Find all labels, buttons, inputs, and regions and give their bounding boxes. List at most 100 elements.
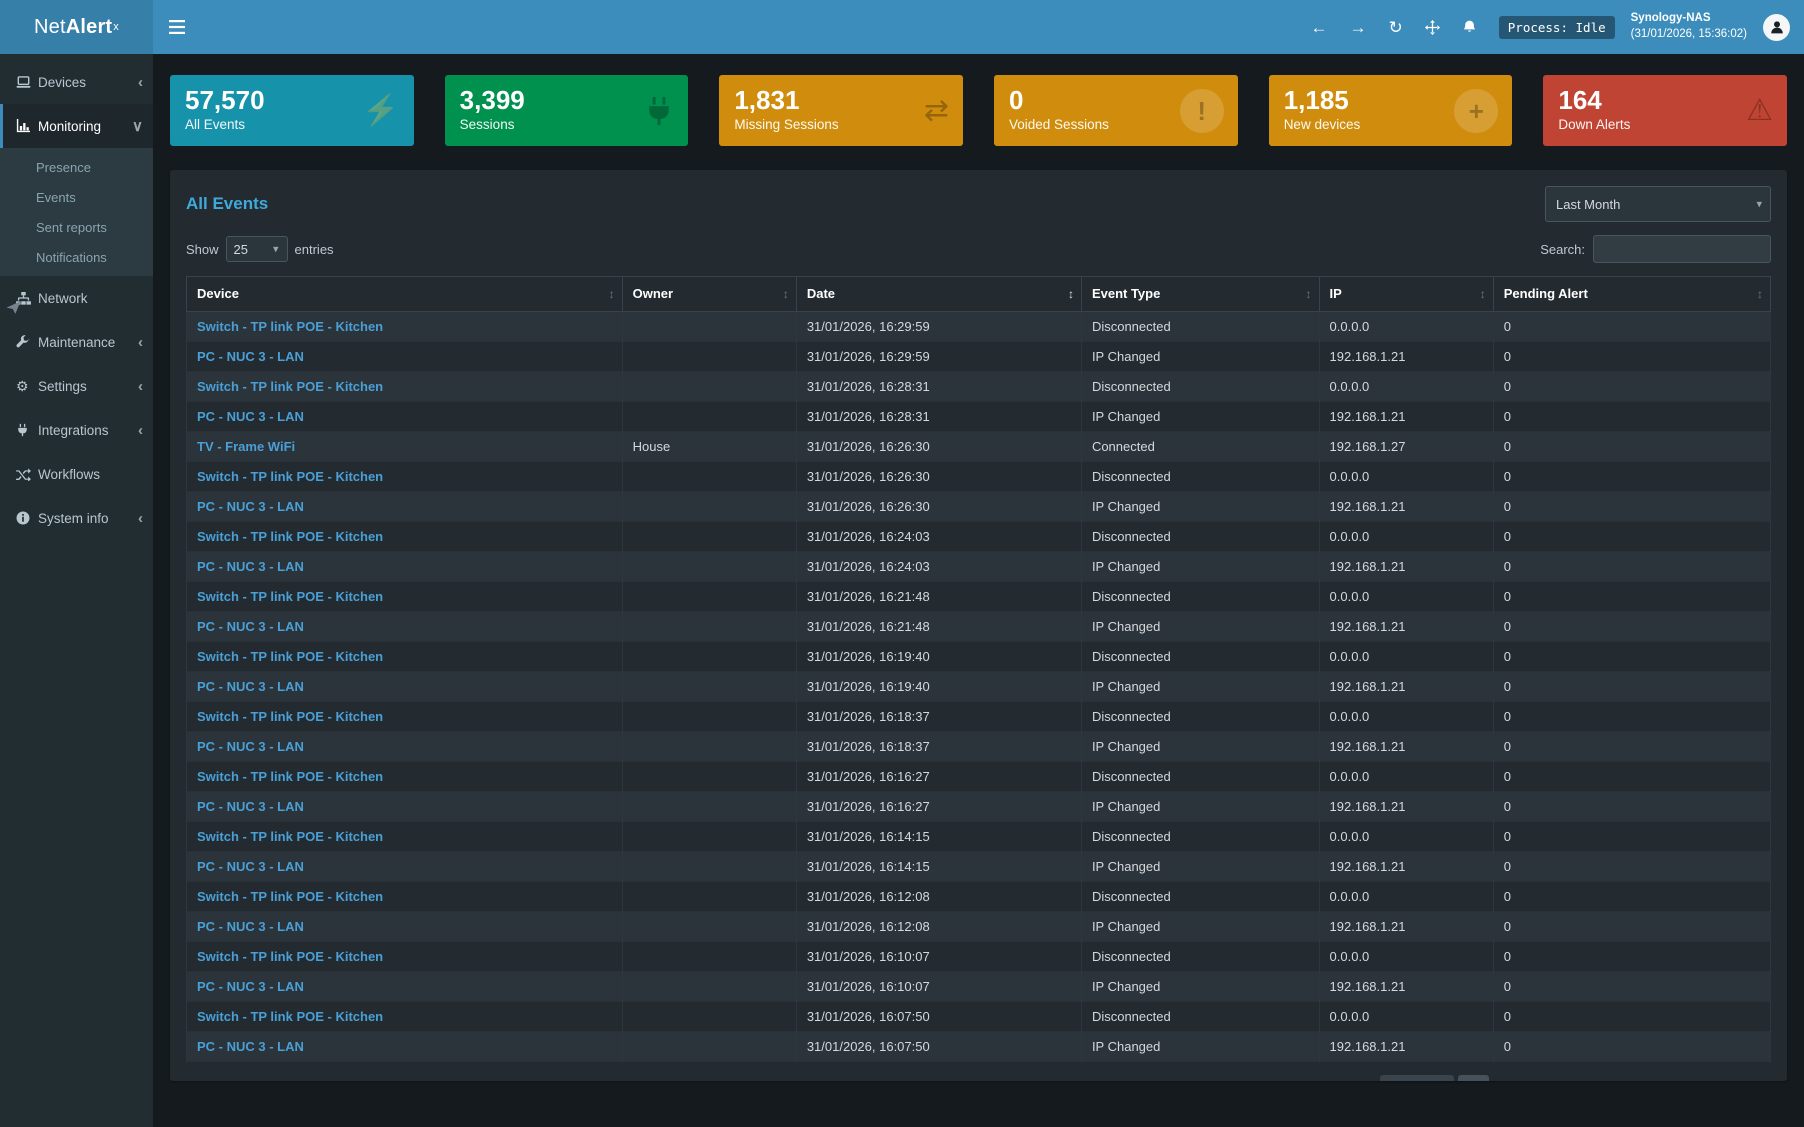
stat-card-voided-sessions[interactable]: 0 Voided Sessions ! bbox=[994, 75, 1238, 146]
device-link[interactable]: PC - NUC 3 - LAN bbox=[197, 409, 304, 424]
forward-arrow-icon[interactable]: → bbox=[1350, 19, 1367, 36]
cell-event-type: IP Changed bbox=[1081, 972, 1319, 1002]
cell-ip: 192.168.1.21 bbox=[1319, 672, 1493, 702]
device-link[interactable]: TV - Frame WiFi bbox=[197, 439, 295, 454]
device-link[interactable]: PC - NUC 3 - LAN bbox=[197, 679, 304, 694]
brand-bold: Alert bbox=[66, 16, 113, 39]
device-link[interactable]: Switch - TP link POE - Kitchen bbox=[197, 649, 383, 664]
device-link[interactable]: Switch - TP link POE - Kitchen bbox=[197, 529, 383, 544]
app-logo[interactable]: NetAlertx bbox=[0, 0, 153, 54]
device-link[interactable]: Switch - TP link POE - Kitchen bbox=[197, 589, 383, 604]
cell-date: 31/01/2026, 16:14:15 bbox=[796, 852, 1081, 882]
cell-owner bbox=[622, 582, 796, 612]
submenu-item-sent-reports[interactable]: Sent reports bbox=[0, 212, 153, 242]
device-link[interactable]: PC - NUC 3 - LAN bbox=[197, 349, 304, 364]
table-row: PC - NUC 3 - LAN 31/01/2026, 16:14:15IP C… bbox=[187, 852, 1771, 882]
cell-event-type: Disconnected bbox=[1081, 312, 1319, 342]
device-link[interactable]: PC - NUC 3 - LAN bbox=[197, 979, 304, 994]
sidebar-item-workflows[interactable]: Workflows bbox=[0, 452, 153, 496]
stat-card-new-devices[interactable]: 1,185 New devices + bbox=[1269, 75, 1513, 146]
sidebar-item-integrations[interactable]: Integrations ‹ bbox=[0, 408, 153, 452]
sidebar-item-label: Workflows bbox=[38, 467, 143, 482]
period-select[interactable]: Last Month bbox=[1545, 186, 1771, 222]
column-header-pending-alert[interactable]: Pending Alert↕ bbox=[1493, 277, 1770, 312]
column-header-date[interactable]: Date↕ bbox=[796, 277, 1081, 312]
page-length-select[interactable]: 25 bbox=[226, 236, 288, 262]
device-link[interactable]: Switch - TP link POE - Kitchen bbox=[197, 889, 383, 904]
cell-event-type: IP Changed bbox=[1081, 852, 1319, 882]
sidebar: Devices ‹ Monitoring ∨ Presence Events S… bbox=[0, 54, 153, 1127]
sidebar-item-devices[interactable]: Devices ‹ bbox=[0, 60, 153, 104]
device-link[interactable]: PC - NUC 3 - LAN bbox=[197, 919, 304, 934]
sidebar-item-maintenance[interactable]: Maintenance ‹ bbox=[0, 320, 153, 364]
bell-icon[interactable] bbox=[1462, 19, 1477, 35]
device-link[interactable]: Switch - TP link POE - Kitchen bbox=[197, 769, 383, 784]
column-header-device[interactable]: Device↕ bbox=[187, 277, 623, 312]
pagination-page-4[interactable]: 4 bbox=[1564, 1075, 1595, 1081]
cell-pending-alert: 0 bbox=[1493, 612, 1770, 642]
cell-event-type: Disconnected bbox=[1081, 822, 1319, 852]
paper-plane-icon bbox=[6, 300, 21, 320]
device-link[interactable]: PC - NUC 3 - LAN bbox=[197, 1039, 304, 1054]
back-arrow-icon[interactable]: ← bbox=[1311, 19, 1328, 36]
device-link[interactable]: PC - NUC 3 - LAN bbox=[197, 619, 304, 634]
column-header-owner[interactable]: Owner↕ bbox=[622, 277, 796, 312]
device-link[interactable]: Switch - TP link POE - Kitchen bbox=[197, 319, 383, 334]
pagination-page-5[interactable]: 5 bbox=[1599, 1075, 1630, 1081]
cell-owner bbox=[622, 612, 796, 642]
stat-card-sessions[interactable]: 3,399 Sessions bbox=[445, 75, 689, 146]
pagination-ellipsis-button: … bbox=[1634, 1075, 1659, 1081]
brand-sup: x bbox=[113, 21, 119, 33]
device-link[interactable]: Switch - TP link POE - Kitchen bbox=[197, 469, 383, 484]
cell-pending-alert: 0 bbox=[1493, 552, 1770, 582]
search-input[interactable] bbox=[1593, 235, 1771, 263]
pagination-page-2303[interactable]: 2303 bbox=[1663, 1075, 1716, 1081]
wrench-icon bbox=[16, 335, 38, 349]
device-link[interactable]: PC - NUC 3 - LAN bbox=[197, 499, 304, 514]
sidebar-item-monitoring[interactable]: Monitoring ∨ bbox=[0, 104, 153, 148]
device-link[interactable]: PC - NUC 3 - LAN bbox=[197, 799, 304, 814]
column-header-ip[interactable]: IP↕ bbox=[1319, 277, 1493, 312]
sidebar-item-label: Monitoring bbox=[38, 119, 128, 134]
pagination-page-2[interactable]: 2 bbox=[1493, 1075, 1524, 1081]
cell-event-type: Disconnected bbox=[1081, 582, 1319, 612]
cell-pending-alert: 0 bbox=[1493, 432, 1770, 462]
cell-ip: 0.0.0.0 bbox=[1319, 942, 1493, 972]
device-link[interactable]: Switch - TP link POE - Kitchen bbox=[197, 709, 383, 724]
pagination-page-1[interactable]: 1 bbox=[1458, 1075, 1489, 1081]
sidebar-item-network[interactable]: Network bbox=[0, 276, 153, 320]
cell-owner bbox=[622, 942, 796, 972]
move-arrows-icon[interactable] bbox=[1425, 20, 1440, 35]
stat-card-down-alerts[interactable]: 164 Down Alerts ⚠ bbox=[1543, 75, 1787, 146]
sidebar-toggle-button[interactable] bbox=[153, 0, 201, 54]
device-link[interactable]: Switch - TP link POE - Kitchen bbox=[197, 949, 383, 964]
device-link[interactable]: PC - NUC 3 - LAN bbox=[197, 559, 304, 574]
cell-device: Switch - TP link POE - Kitchen bbox=[187, 522, 623, 552]
pagination-next-button[interactable]: Next bbox=[1720, 1075, 1771, 1081]
device-link[interactable]: Switch - TP link POE - Kitchen bbox=[197, 379, 383, 394]
column-header-event-type[interactable]: Event Type↕ bbox=[1081, 277, 1319, 312]
pagination-page-3[interactable]: 3 bbox=[1529, 1075, 1560, 1081]
device-link[interactable]: Switch - TP link POE - Kitchen bbox=[197, 1009, 383, 1024]
stat-card-all-events[interactable]: 57,570 All Events ⚡ bbox=[170, 75, 414, 146]
table-row: Switch - TP link POE - Kitchen31/01/2026… bbox=[187, 702, 1771, 732]
plus-circle-icon: + bbox=[1454, 89, 1498, 133]
cell-pending-alert: 0 bbox=[1493, 402, 1770, 432]
cell-pending-alert: 0 bbox=[1493, 492, 1770, 522]
search-label: Search: bbox=[1540, 242, 1585, 257]
sidebar-item-system-info[interactable]: System info ‹ bbox=[0, 496, 153, 540]
sidebar-item-settings[interactable]: ⚙ Settings ‹ bbox=[0, 364, 153, 408]
device-link[interactable]: Switch - TP link POE - Kitchen bbox=[197, 829, 383, 844]
show-label: Show bbox=[186, 242, 219, 257]
user-avatar[interactable] bbox=[1763, 14, 1790, 41]
events-table-body: Switch - TP link POE - Kitchen 31/01/2026… bbox=[187, 312, 1771, 1062]
cell-date: 31/01/2026, 16:24:03 bbox=[796, 552, 1081, 582]
submenu-item-events[interactable]: Events bbox=[0, 182, 153, 212]
device-link[interactable]: PC - NUC 3 - LAN bbox=[197, 739, 304, 754]
pagination-prev-button[interactable]: Previous bbox=[1380, 1075, 1455, 1081]
submenu-item-presence[interactable]: Presence bbox=[0, 152, 153, 182]
stat-card-missing-sessions[interactable]: 1,831 Missing Sessions ⇄ bbox=[719, 75, 963, 146]
device-link[interactable]: PC - NUC 3 - LAN bbox=[197, 859, 304, 874]
submenu-item-notifications[interactable]: Notifications bbox=[0, 242, 153, 272]
refresh-icon[interactable]: ↻ bbox=[1389, 19, 1403, 36]
